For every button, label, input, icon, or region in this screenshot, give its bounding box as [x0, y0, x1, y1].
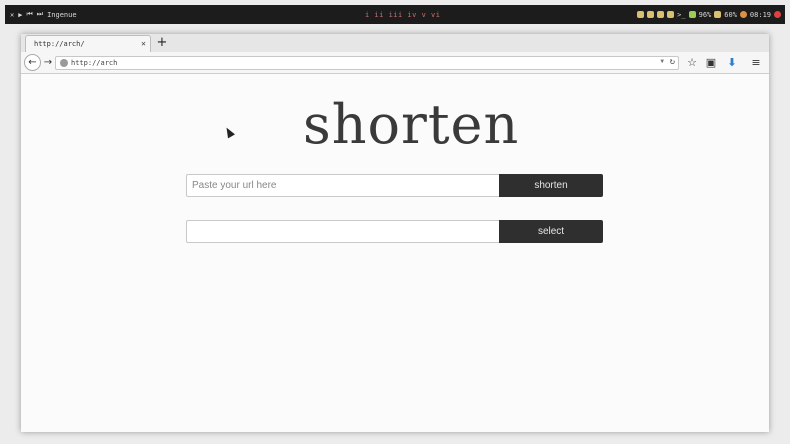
select-form: select — [186, 220, 603, 243]
volume-level: 60% — [724, 10, 737, 19]
menu-icon[interactable]: ≡ — [749, 56, 763, 70]
url-input[interactable] — [186, 174, 499, 197]
play-icon[interactable]: ▶ — [18, 11, 22, 19]
shorten-button[interactable]: shorten — [499, 174, 603, 197]
previous-icon[interactable]: ⏮ — [26, 10, 32, 19]
page-content: shorten shorten select — [21, 75, 769, 432]
shorten-form: shorten — [186, 174, 603, 197]
system-bar: ✕ ▶ ⏮ ⏭ Ingenue i ii iii iv v vi >_ 96% … — [0, 0, 790, 30]
address-bar[interactable]: http://arch ▼ ↻ — [55, 56, 679, 70]
battery-level: 96% — [698, 10, 712, 19]
power-icon[interactable] — [774, 11, 781, 18]
cloud-icon[interactable] — [637, 11, 645, 18]
url-text[interactable]: http://arch — [71, 59, 117, 67]
clock-icon — [739, 11, 747, 18]
tab-arch[interactable]: http://arch/ ✕ — [25, 35, 151, 52]
track-title: Ingenue — [47, 10, 77, 19]
star-icon[interactable]: ☆ — [685, 56, 699, 70]
folder-icon[interactable] — [657, 11, 665, 18]
reload-icon[interactable]: ↻ — [670, 57, 675, 67]
media-controls: ✕ ▶ ⏮ ⏭ Ingenue — [5, 10, 77, 19]
tab-strip: http://arch/ ✕ + — [21, 34, 769, 52]
navigation-bar: ← → http://arch ▼ ↻ ☆ ▣ ⬇ ≡ — [21, 52, 769, 74]
close-icon[interactable]: ✕ — [10, 11, 14, 19]
battery-icon — [688, 11, 696, 18]
document-icon[interactable] — [667, 11, 675, 18]
new-tab-button[interactable]: + — [155, 35, 169, 51]
next-icon[interactable]: ⏭ — [37, 10, 43, 19]
download-icon[interactable]: ⬇ — [725, 56, 739, 70]
forward-button[interactable]: → — [41, 57, 55, 69]
select-button[interactable]: select — [499, 220, 603, 243]
mouse-cursor-icon — [223, 125, 235, 139]
settings-icon[interactable] — [647, 11, 655, 18]
tab-title: http://arch/ — [34, 40, 85, 48]
browser-window: http://arch/ ✕ + ← → http://arch ▼ ↻ ☆ ▣… — [21, 34, 769, 432]
select-input[interactable] — [186, 220, 499, 243]
clipboard-icon[interactable]: ▣ — [704, 56, 718, 70]
volume-icon[interactable] — [714, 11, 722, 18]
terminal-label[interactable]: >_ — [677, 11, 685, 19]
system-bar-inner: ✕ ▶ ⏮ ⏭ Ingenue i ii iii iv v vi >_ 96% … — [5, 5, 785, 24]
site-logo: shorten — [303, 93, 520, 156]
globe-icon — [60, 59, 68, 67]
clock: 08:19 — [749, 10, 771, 19]
tab-close-icon[interactable]: ✕ — [141, 39, 146, 48]
workspace-list[interactable]: i ii iii iv v vi — [365, 11, 440, 19]
back-button[interactable]: ← — [24, 54, 41, 71]
system-tray: >_ 96% 60% 08:19 — [637, 11, 781, 19]
dropdown-icon[interactable]: ▼ — [660, 58, 664, 65]
